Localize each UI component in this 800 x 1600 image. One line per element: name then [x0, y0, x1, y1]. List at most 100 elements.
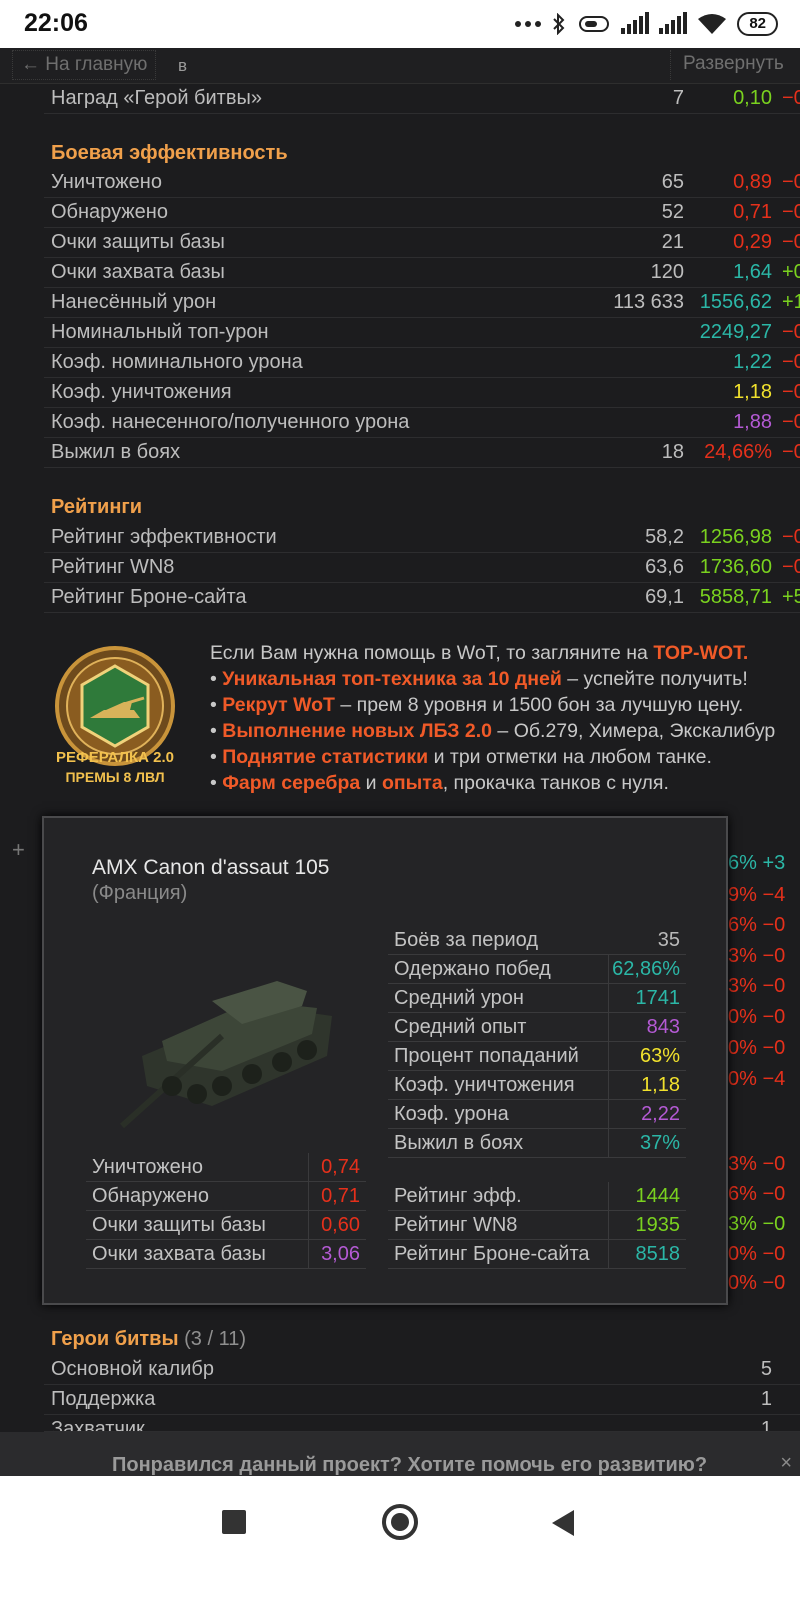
expand-button[interactable]: Развернуть: [670, 50, 784, 80]
tooltip-rating-label: Рейтинг Броне-сайта: [394, 1243, 590, 1265]
stat-row: Уничтожено 65 0,89 −0: [44, 168, 800, 198]
stat-rate: 0,89: [733, 171, 772, 193]
section-title-heroes: Герои битвы (3 / 11): [51, 1328, 246, 1351]
stat-rate: 1,88: [733, 411, 772, 433]
stat-rate: 1,64: [733, 261, 772, 283]
stat-rate: 1256,98: [699, 526, 772, 548]
recent-apps-button[interactable]: [222, 1510, 246, 1534]
bg-stat-fragment: 3% −0: [728, 1213, 786, 1235]
stat-label: Коэф. нанесенного/полученного урона: [51, 411, 410, 433]
stat-label: Обнаружено: [51, 201, 168, 223]
promo-text-3: – Об.279, Химера, Экскалибур: [492, 720, 776, 742]
referral-logo[interactable]: РЕФЕРАЛКА 2.0 ПРЕМЫ 8 ЛВЛ: [44, 640, 186, 800]
stat-rate: 1736,60: [699, 556, 772, 578]
stat-rate: 0,10: [733, 87, 772, 109]
more-notifications-icon: [515, 21, 542, 27]
promo-link-top-tech[interactable]: Уникальная топ-техника за 10 дней: [222, 668, 562, 690]
stat-value: 65: [661, 171, 684, 193]
tooltip-stat-label: Средний урон: [394, 987, 524, 1009]
bg-stat-fragment: 3% −0: [728, 945, 786, 967]
logo-line1: РЕФЕРАЛКА 2.0: [56, 749, 174, 766]
promo-text-5a: и: [360, 772, 382, 794]
tooltip-stat-label: Уничтожено: [92, 1156, 203, 1178]
hero-label: Основной калибр: [51, 1358, 214, 1380]
stat-rate: 1,18: [733, 381, 772, 403]
expand-plus-icon[interactable]: +: [12, 837, 25, 863]
bg-stat-fragment: 6% +3: [728, 852, 786, 874]
stat-delta: −0: [782, 171, 800, 193]
page-nav: ← На главную в Развернуть: [0, 48, 800, 84]
bg-stat-fragment: 0% −0: [728, 1272, 786, 1294]
tooltip-stat-label: Обнаружено: [92, 1185, 209, 1207]
battery-icon: 82: [737, 12, 778, 36]
stat-delta: +5: [782, 586, 800, 608]
donation-banner[interactable]: Понравился данный проект? Хотите помочь …: [0, 1432, 800, 1476]
tooltip-stat-row: Средний опыт 843: [388, 1013, 686, 1042]
promo-link-recruit[interactable]: Рекрут WoT: [222, 694, 335, 716]
stat-label: Уничтожено: [51, 171, 162, 193]
stat-delta: −0: [782, 411, 800, 433]
heroes-title-text: Герои битвы: [51, 1328, 179, 1350]
tooltip-stat-label: Коэф. уничтожения: [394, 1074, 575, 1096]
stat-row-hero-awards: Наград «Герой битвы» 7 0,10 −0: [44, 84, 800, 114]
home-link[interactable]: ← На главную: [12, 50, 157, 80]
bg-stat-fragment: 3% −0: [728, 975, 786, 997]
tooltip-stat-label: Очки защиты базы: [92, 1214, 266, 1236]
tooltip-stat-value: 37%: [639, 1132, 680, 1154]
tooltip-stat-value: 63%: [639, 1045, 680, 1067]
tooltip-stat-row: Выжил в боях 37%: [388, 1129, 686, 1158]
tooltip-stat-label: Одержано побед: [394, 958, 551, 980]
banner-text: Понравился данный проект? Хотите помочь …: [112, 1454, 708, 1476]
tooltip-stat-row: Очки защиты базы 0,60: [86, 1211, 366, 1240]
tooltip-stat-value: 2,22: [641, 1103, 680, 1125]
section-title-ratings: Рейтинги: [51, 496, 143, 518]
promo-text-1: – успейте получить!: [561, 668, 748, 690]
stat-rate: 1,22: [733, 351, 772, 373]
promo-intro: Если Вам нужна помощь в WoT, то заглянит…: [210, 642, 654, 664]
stat-delta: +1: [782, 291, 800, 313]
bg-stat-fragment: 0% −4: [728, 1068, 786, 1090]
logo-line2: ПРЕМЫ 8 ЛВЛ: [65, 769, 164, 785]
tooltip-rating-label: Рейтинг WN8: [394, 1214, 518, 1236]
promo-link-silver[interactable]: Фарм серебра: [222, 772, 360, 794]
hero-value: 1: [760, 1388, 772, 1410]
stat-rate: 0,71: [733, 201, 772, 223]
promo-site-link[interactable]: TOP-WOT.: [653, 642, 748, 664]
stat-row: Номинальный топ-урон 2249,27 −0: [44, 318, 800, 348]
tooltip-stat-value: 62,86%: [612, 958, 680, 980]
close-icon[interactable]: ×: [780, 1452, 792, 1475]
clock: 22:06: [24, 9, 88, 37]
promo-link-lbz[interactable]: Выполнение новых ЛБЗ 2.0: [222, 720, 492, 742]
system-nav-bar: [0, 1476, 800, 1600]
stat-value: 18: [661, 441, 684, 463]
stat-label: Выжил в боях: [51, 441, 181, 463]
stat-label: Номинальный топ-урон: [51, 321, 269, 343]
promo-link-exp[interactable]: опыта: [382, 772, 443, 794]
stat-delta: −0: [782, 87, 800, 109]
promo-text-5b: , прокачка танков с нуля.: [442, 772, 669, 794]
stat-value: 58,2: [645, 526, 684, 548]
home-button[interactable]: [382, 1504, 418, 1540]
tooltip-rating-value: 1935: [635, 1214, 681, 1236]
bg-stat-fragment: 0% −0: [728, 1037, 786, 1059]
tooltip-stat-row: Коэф. урона 2,22: [388, 1100, 686, 1129]
signal-2-icon: [659, 12, 688, 34]
stat-delta: −0: [782, 526, 800, 548]
stat-row: Рейтинг WN8 63,6 1736,60 −0: [44, 553, 800, 583]
stat-label: Рейтинг Броне-сайта: [51, 586, 247, 608]
stat-value: 113 633: [613, 291, 684, 313]
tooltip-rating-row: Рейтинг эфф. 1444: [388, 1182, 686, 1211]
section-title-combat: Боевая эффективность: [51, 142, 288, 164]
stat-label: Коэф. уничтожения: [51, 381, 232, 403]
stat-delta: −0: [782, 441, 800, 463]
stat-delta: −0: [782, 351, 800, 373]
hero-row: Захватчик 1: [44, 1415, 800, 1432]
stat-rate: 2249,27: [699, 321, 772, 343]
stat-row: Коэф. уничтожения 1,18 −0: [44, 378, 800, 408]
stat-value: 69,1: [645, 586, 684, 608]
stat-value: 52: [661, 201, 684, 223]
bluetooth-icon: [553, 13, 565, 35]
back-button[interactable]: [552, 1510, 574, 1536]
promo-link-stats[interactable]: Поднятие статистики: [222, 746, 428, 768]
tooltip-stat-label: Боёв за период: [394, 929, 539, 951]
